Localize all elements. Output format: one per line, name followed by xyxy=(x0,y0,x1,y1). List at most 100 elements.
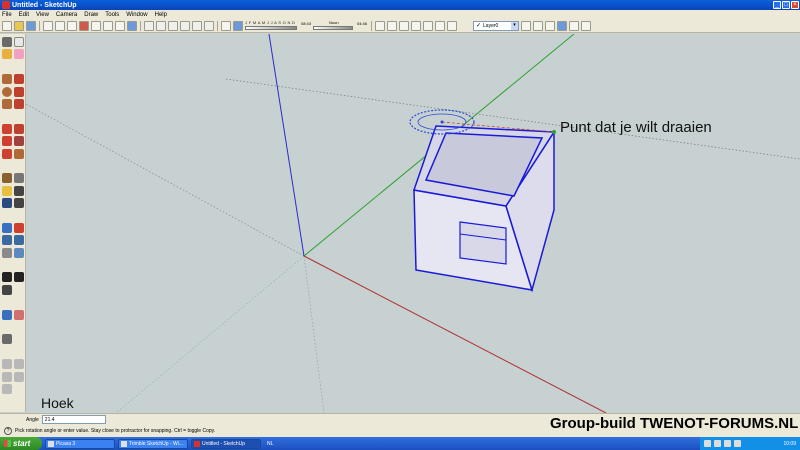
freehand-tool-icon[interactable] xyxy=(14,98,24,109)
paste-icon[interactable] xyxy=(67,20,77,31)
protractor-tool-icon[interactable] xyxy=(2,185,12,196)
save-icon[interactable] xyxy=(26,20,36,31)
circle-tool-icon[interactable] xyxy=(2,86,12,97)
shaded-icon[interactable] xyxy=(411,20,421,31)
iso-view-icon[interactable] xyxy=(144,20,154,31)
push-pull-tool-icon[interactable] xyxy=(14,123,24,134)
stamp-tool-icon[interactable] xyxy=(2,359,12,370)
menu-window[interactable]: Window xyxy=(126,12,147,18)
make-component-icon[interactable] xyxy=(14,37,24,47)
maximize-icon[interactable]: □ xyxy=(782,1,790,9)
right-view-icon[interactable] xyxy=(180,20,190,31)
front-view-icon[interactable] xyxy=(168,20,178,31)
previous-view-icon[interactable] xyxy=(2,247,12,258)
polygon-tool-icon[interactable] xyxy=(2,98,12,109)
redo-icon[interactable] xyxy=(103,20,113,31)
top-view-icon[interactable] xyxy=(156,20,166,31)
left-view-icon[interactable] xyxy=(204,20,214,31)
monochrome-icon[interactable] xyxy=(435,20,445,31)
new-file-icon[interactable] xyxy=(2,20,12,31)
copy-icon[interactable] xyxy=(55,20,65,31)
position-camera-icon[interactable] xyxy=(2,272,12,283)
shadow-date-track[interactable] xyxy=(245,26,297,30)
walk-tool-icon[interactable] xyxy=(14,272,24,283)
tape-measure-icon[interactable] xyxy=(2,173,12,184)
layers-manager-icon[interactable] xyxy=(521,20,531,31)
sandbox-icon[interactable] xyxy=(2,334,12,345)
get-current-view-icon[interactable] xyxy=(569,20,579,31)
move-tool-icon[interactable] xyxy=(2,123,12,134)
zoom-tool-icon[interactable] xyxy=(2,235,12,246)
line-tool-icon[interactable] xyxy=(14,74,24,85)
model-info-icon[interactable] xyxy=(127,20,137,31)
dimension-tool-icon[interactable] xyxy=(14,173,24,184)
measurement-input[interactable]: 21.4 xyxy=(41,415,106,424)
rotate-tool-icon[interactable] xyxy=(2,136,12,147)
help-icon[interactable]: ? xyxy=(4,427,12,435)
flip-edge-icon[interactable] xyxy=(14,371,24,382)
text-tool-icon[interactable] xyxy=(14,185,24,196)
tray-volume-icon[interactable] xyxy=(714,440,721,447)
erase-icon[interactable] xyxy=(79,20,89,31)
tray-update-icon[interactable] xyxy=(734,440,741,447)
scale-tool-icon[interactable] xyxy=(2,148,12,159)
drape-tool-icon[interactable] xyxy=(14,359,24,370)
paint-bucket-icon[interactable] xyxy=(2,49,12,60)
add-detail-icon[interactable] xyxy=(2,371,12,382)
eraser-icon[interactable] xyxy=(14,49,24,60)
print-icon[interactable] xyxy=(115,20,125,31)
menu-view[interactable]: View xyxy=(36,12,49,18)
orbit-tool-icon[interactable] xyxy=(2,222,12,233)
select-tool-icon[interactable] xyxy=(2,37,12,47)
close-icon[interactable]: × xyxy=(791,1,799,9)
menu-edit[interactable]: Edit xyxy=(19,12,29,18)
shaded-textures-icon[interactable] xyxy=(423,20,433,31)
arc-tool-icon[interactable] xyxy=(14,86,24,97)
3d-text-icon[interactable] xyxy=(14,198,24,209)
menu-help[interactable]: Help xyxy=(155,12,167,18)
look-around-icon[interactable] xyxy=(2,284,12,295)
taskbar-item-picasa[interactable]: Picasa 3 xyxy=(45,438,115,449)
section-plane-tool-icon[interactable] xyxy=(2,309,12,320)
tray-network-icon[interactable] xyxy=(704,440,711,447)
tray-security-icon[interactable] xyxy=(724,440,731,447)
menu-tools[interactable]: Tools xyxy=(105,12,119,18)
menu-file[interactable]: File xyxy=(2,12,12,18)
follow-me-tool-icon[interactable] xyxy=(14,136,24,147)
shadow-settings-icon[interactable] xyxy=(221,20,231,31)
drawing-viewport[interactable]: Punt dat je wilt draaien Hoek xyxy=(26,34,800,413)
zoom-window-icon[interactable] xyxy=(14,235,24,246)
xray-icon[interactable] xyxy=(375,20,385,31)
undo-icon[interactable] xyxy=(91,20,101,31)
section-plane-icon[interactable] xyxy=(447,20,457,31)
pan-tool-icon[interactable] xyxy=(14,222,24,233)
taskbar-item-sketchup[interactable]: Untitled - SketchUp xyxy=(191,438,261,449)
get-models-icon[interactable] xyxy=(533,20,543,31)
rectangle-tool-icon[interactable] xyxy=(2,74,12,85)
offset-tool-icon[interactable] xyxy=(14,148,24,159)
google-earth-icon[interactable] xyxy=(557,20,567,31)
smoove-tool-icon[interactable] xyxy=(2,383,12,394)
chevron-down-icon[interactable]: ▾ xyxy=(511,21,518,30)
wireframe-icon[interactable] xyxy=(387,20,397,31)
box-window[interactable] xyxy=(459,221,507,265)
hidden-line-icon[interactable] xyxy=(399,20,409,31)
share-model-icon[interactable] xyxy=(545,20,555,31)
taskbar-item-trimble[interactable]: Trimble SketchUp - Wi... xyxy=(118,438,188,449)
language-indicator[interactable]: NL xyxy=(267,441,273,447)
menu-camera[interactable]: Camera xyxy=(56,12,77,18)
open-file-icon[interactable] xyxy=(14,20,24,31)
cut-icon[interactable] xyxy=(43,20,53,31)
axes-tool-icon[interactable] xyxy=(2,198,12,209)
layer-dropdown[interactable]: ✓ Layer0 ▾ xyxy=(473,20,519,31)
shadow-time-track[interactable] xyxy=(313,26,353,30)
shadow-date-slider[interactable]: J F M A M J J A S O N D 08:43 xyxy=(245,20,311,31)
toggle-terrain-icon[interactable] xyxy=(581,20,591,31)
display-shadows-icon[interactable] xyxy=(233,20,243,31)
minimize-icon[interactable]: _ xyxy=(773,1,781,9)
start-button[interactable]: start xyxy=(0,437,42,450)
menu-draw[interactable]: Draw xyxy=(84,12,98,18)
display-section-icon[interactable] xyxy=(14,309,24,320)
scene-canvas[interactable] xyxy=(26,34,800,413)
zoom-extents-icon[interactable] xyxy=(14,247,24,258)
